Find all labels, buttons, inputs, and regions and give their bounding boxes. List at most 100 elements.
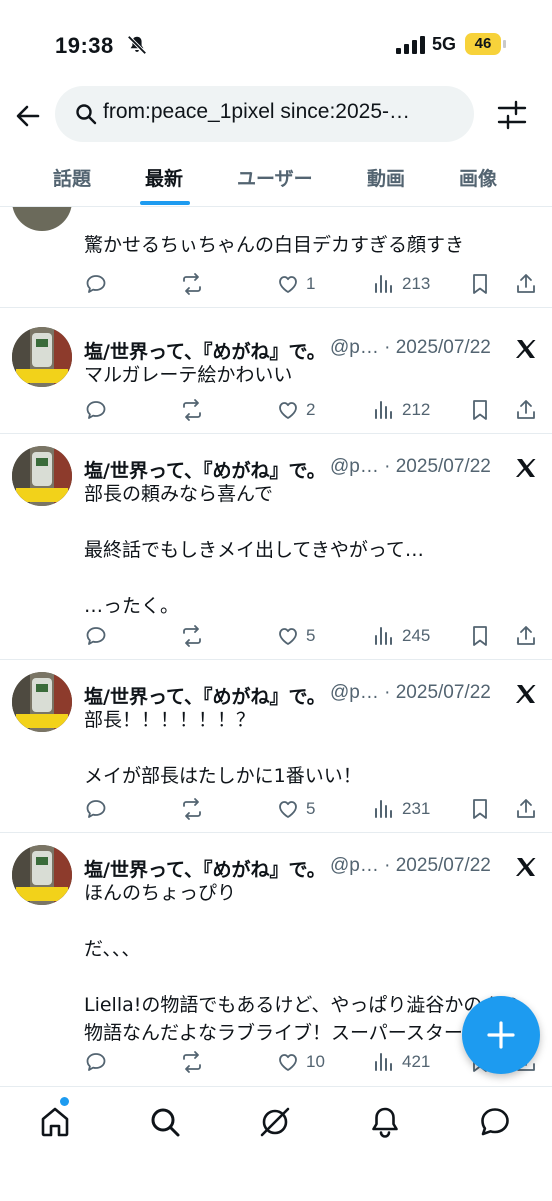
views-chart-icon [375,1053,392,1071]
bookmark-icon [473,274,487,294]
like-button[interactable]: 5 [276,621,315,651]
retweet-button[interactable] [180,794,210,824]
signal-icon [396,36,425,54]
views-chart-icon [375,800,392,818]
x-logo-icon [516,858,536,876]
bottom-navigation [0,1086,552,1201]
retweet-button[interactable] [180,269,210,299]
tweet-author-name[interactable]: 塩/世界って、『めがね』で。 [84,682,326,709]
tweet-item[interactable]: 塩/世界って、『めがね』で。 @p… · 2025/07/22 マルガレーテ絵か… [0,315,552,434]
avatar-image [12,845,72,905]
tweet-item[interactable]: 驚かせるちぃちゃんの白目デカすぎる顔すき 1 213 [0,207,552,308]
tweet-actions: 5 245 [84,621,544,651]
notification-dot [60,1097,69,1106]
tweet-actions: 2 212 [84,395,544,425]
views-button[interactable]: 231 [372,794,430,824]
views-button[interactable]: 212 [372,395,430,425]
bookmark-icon [473,799,487,819]
bookmark-icon [473,400,487,420]
search-input[interactable]: from:peace_1pixel since:2025-… [55,86,474,142]
tweet-actions: 1 213 [84,269,544,299]
battery-level: 46 [474,35,492,52]
retweet-icon [183,798,201,820]
reply-button[interactable] [84,395,114,425]
tweet-feed[interactable]: 驚かせるちぃちゃんの白目デカすぎる顔すき 1 213 塩/世界って、『めがね』で… [0,207,552,1087]
tab-videos[interactable]: 動画 [367,164,405,191]
like-button[interactable]: 1 [276,269,315,299]
bookmark-button[interactable] [468,269,492,299]
like-button[interactable]: 10 [276,1047,325,1077]
search-tabs: 話題 最新 ユーザー 動画 画像 [0,150,552,207]
share-icon [517,626,535,645]
share-button[interactable] [514,269,538,299]
messages-icon[interactable] [478,1105,512,1139]
share-button[interactable] [514,794,538,824]
share-button[interactable] [514,395,538,425]
tweet-item[interactable]: 塩/世界って、『めがね』で。 @p… · 2025/07/22 部長の頼みなら喜… [0,434,552,660]
tweet-handle-date: @p… · 2025/07/22 [330,855,491,876]
tweet-author-name[interactable]: 塩/世界って、『めがね』で。 [84,855,326,882]
tab-users[interactable]: ユーザー [237,164,313,191]
avatar-image [12,327,72,387]
retweet-button[interactable] [180,395,210,425]
tab-topics[interactable]: 話題 [53,164,91,191]
search-query: from:peace_1pixel since:2025-… [103,100,411,123]
tweet-text: 部長！！！！！！？ メイが部長はたしかに1番いい！ [84,709,362,787]
reply-icon [86,800,106,818]
views-button[interactable]: 421 [372,1047,430,1077]
like-button[interactable]: 5 [276,794,315,824]
tweet-text: 部長の頼みなら喜んで 最終話でもしきメイ出してきやがって… …ったく。 [84,483,424,617]
avatar[interactable] [12,446,72,506]
tweet-author-name[interactable]: 塩/世界って、『めがね』で。 [84,337,326,364]
share-icon [517,400,535,419]
like-button[interactable]: 2 [276,395,315,425]
views-button[interactable]: 213 [372,269,430,299]
battery-icon: 46 [465,33,506,55]
retweet-button[interactable] [180,621,210,651]
tweet-text: マルガレーテ絵かわいい [84,364,293,386]
x-logo-icon [516,340,536,358]
avatar-image [12,672,72,732]
plus-icon [487,1021,515,1049]
avatar[interactable] [12,327,72,387]
retweet-button[interactable] [180,1047,210,1077]
tweet-handle-date: @p… · 2025/07/22 [330,456,491,477]
views-chart-icon [375,627,392,645]
notifications-bell-icon[interactable] [368,1105,402,1139]
share-button[interactable] [514,621,538,651]
grok-icon[interactable] [258,1105,292,1139]
bookmark-button[interactable] [468,395,492,425]
heart-icon [279,276,297,293]
avatar[interactable] [12,845,72,905]
bookmark-button[interactable] [468,621,492,651]
tab-images[interactable]: 画像 [459,164,497,191]
retweet-icon [183,625,201,647]
reply-button[interactable] [84,1047,114,1077]
network-type: 5G [432,34,457,54]
retweet-icon [183,273,201,295]
search-nav-icon[interactable] [148,1105,182,1139]
home-icon[interactable] [38,1105,72,1139]
compose-button[interactable] [462,996,540,1074]
share-icon [517,274,535,293]
tweet-author-name[interactable]: 塩/世界って、『めがね』で。 [84,456,326,483]
reply-button[interactable] [84,621,114,651]
avatar[interactable] [12,672,72,732]
views-button[interactable]: 245 [372,621,430,651]
bookmark-button[interactable] [468,794,492,824]
reply-button[interactable] [84,794,114,824]
status-time: 19:38 [55,33,114,58]
tweet-item[interactable]: 塩/世界って、『めがね』で。 @p… · 2025/07/22 部長！！！！！！… [0,660,552,833]
filter-settings-icon[interactable] [496,98,528,132]
retweet-icon [183,399,201,421]
tab-latest[interactable]: 最新 [145,164,183,191]
views-chart-icon [375,401,392,419]
back-arrow-icon[interactable] [12,100,44,132]
reply-icon [86,1053,106,1071]
x-logo-icon [516,685,536,703]
retweet-icon [183,1051,201,1073]
reply-button[interactable] [84,269,114,299]
avatar[interactable] [12,207,72,231]
tweet-handle-date: @p… · 2025/07/22 [330,337,491,358]
heart-icon [279,801,297,818]
